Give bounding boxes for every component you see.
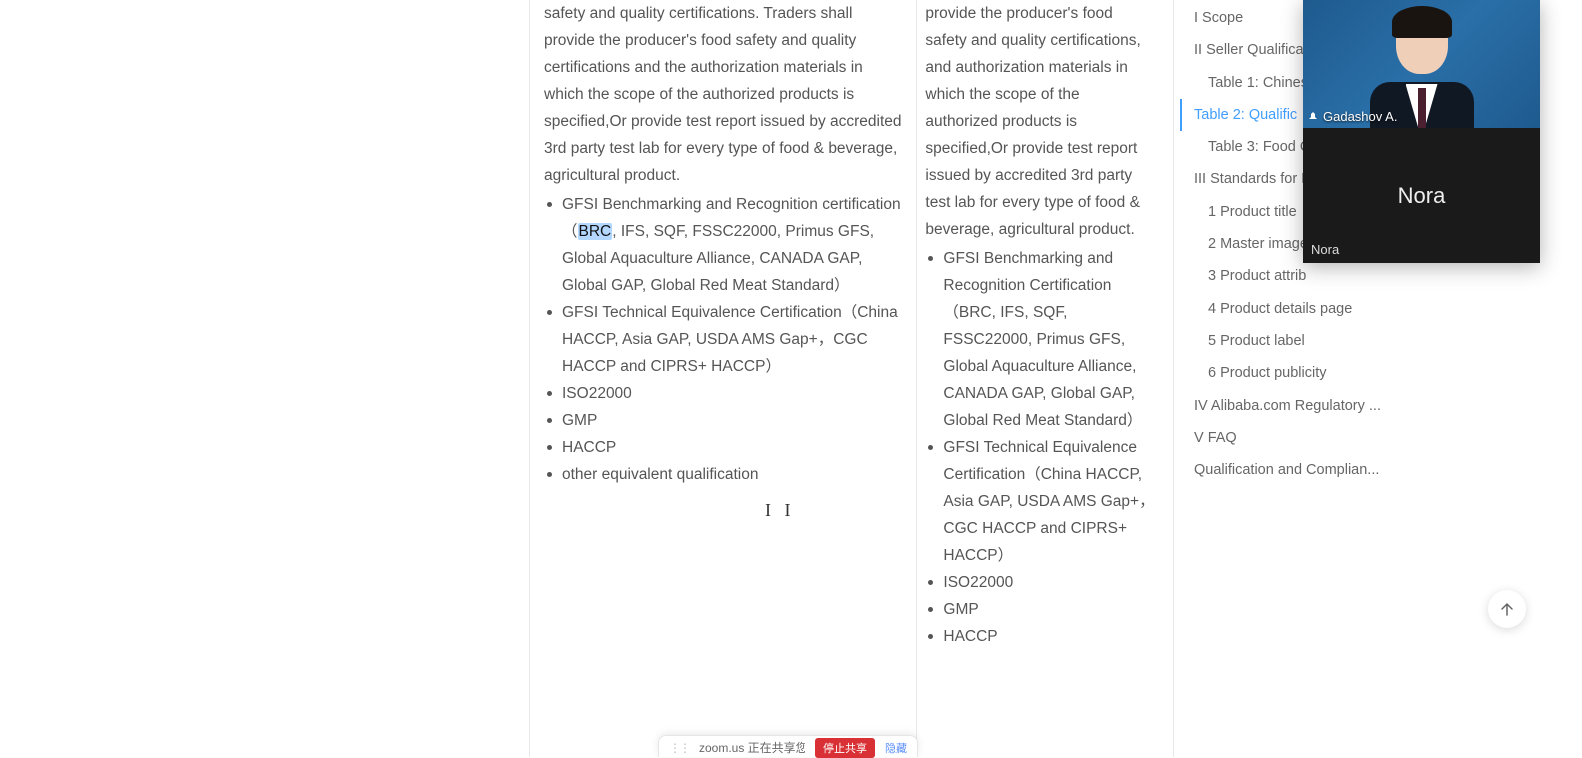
text-cursor-icon: I I — [765, 500, 791, 521]
intro-text-right: provide the producer's food safety and q… — [925, 0, 1155, 243]
intro-text-left: safety and quality certifications. Trade… — [544, 0, 904, 189]
table-column-right: provide the producer's food safety and q… — [917, 0, 1173, 757]
toc-qualification-compliance[interactable]: Qualification and Complian... — [1194, 454, 1404, 486]
list-item: GFSI Technical Equivalence Certification… — [562, 299, 904, 380]
list-item: GMP — [943, 596, 1155, 623]
participant-name-tag: Gadashov A. — [1307, 109, 1397, 124]
toc-product-publicity[interactable]: 6 Product publicity — [1194, 357, 1404, 389]
participant-name-small: Nora — [1311, 242, 1339, 257]
left-gutter — [0, 0, 530, 757]
highlighted-text: BRC — [578, 223, 613, 240]
toc-faq[interactable]: V FAQ — [1194, 422, 1404, 454]
video-call-overlay[interactable]: Gadashov A. Nora Nora — [1303, 0, 1540, 263]
list-item: ISO22000 — [943, 569, 1155, 596]
toc-product-details[interactable]: 4 Product details page — [1194, 293, 1404, 325]
list-item: HACCP — [562, 434, 904, 461]
list-item: HACCP — [943, 623, 1155, 650]
list-item: other equivalent qualification — [562, 461, 904, 488]
scroll-to-top-button[interactable] — [1488, 590, 1526, 628]
list-item: GFSI Benchmarking and Recognition certif… — [562, 191, 904, 299]
participant-video-bottom[interactable]: Nora Nora — [1303, 128, 1540, 263]
pin-icon — [1307, 111, 1319, 123]
arrow-up-icon — [1499, 601, 1515, 617]
document-content: safety and quality certifications. Trade… — [530, 0, 1174, 757]
toc-product-attributes[interactable]: 3 Product attrib — [1194, 260, 1404, 292]
toc-regulatory[interactable]: IV Alibaba.com Regulatory ... — [1194, 390, 1404, 422]
participant-name-large: Nora — [1398, 183, 1446, 209]
list-item: GFSI Technical Equivalence Certification… — [943, 434, 1155, 569]
cert-list-left: GFSI Benchmarking and Recognition certif… — [544, 191, 904, 488]
hide-bar-link[interactable]: 隐藏 — [885, 740, 907, 756]
participant-video-top[interactable]: Gadashov A. — [1303, 0, 1540, 128]
drag-handle-icon[interactable]: ⋮⋮ — [669, 741, 689, 755]
zoom-share-bar[interactable]: ⋮⋮ zoom.us 正在共享您的屏幕 停止共享 隐藏 — [658, 735, 918, 757]
list-item: ISO22000 — [562, 380, 904, 407]
cert-list-right: GFSI Benchmarking and Recognition Certif… — [925, 245, 1155, 650]
list-item: GMP — [562, 407, 904, 434]
list-item: GFSI Benchmarking and Recognition Certif… — [943, 245, 1155, 434]
stop-share-button[interactable]: 停止共享 — [815, 738, 875, 758]
table-column-left: safety and quality certifications. Trade… — [530, 0, 917, 757]
toc-product-label[interactable]: 5 Product label — [1194, 325, 1404, 357]
share-status-text: zoom.us 正在共享您的屏幕 — [699, 739, 805, 756]
